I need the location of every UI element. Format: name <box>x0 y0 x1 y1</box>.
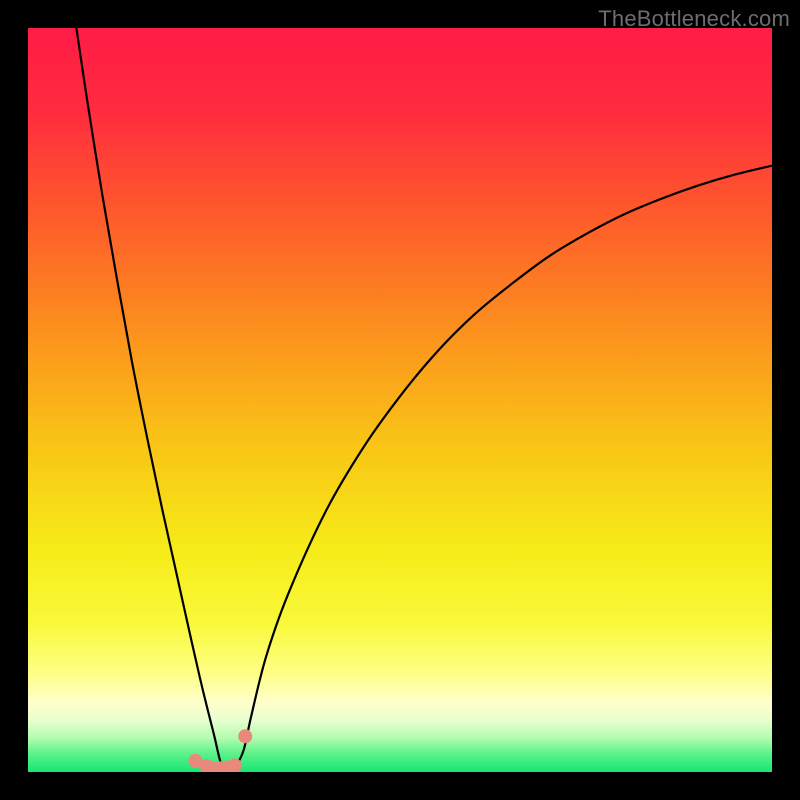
chart-plot-area <box>28 28 772 772</box>
chart-svg <box>28 28 772 772</box>
bottleneck-curve-line <box>76 28 772 769</box>
curve-marker <box>228 758 242 772</box>
curve-marker <box>238 729 252 743</box>
